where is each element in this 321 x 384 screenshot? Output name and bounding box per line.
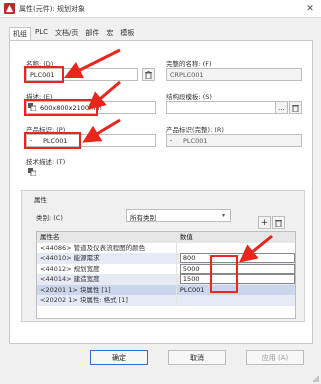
arrow-to-name: [63, 48, 121, 79]
arrow-to-product-id: [82, 118, 121, 143]
apply-button[interactable]: 应用 (A): [246, 350, 304, 365]
arrow-to-description: [87, 80, 121, 110]
annotation-arrows: [63, 48, 273, 263]
cancel-button[interactable]: 取消: [168, 350, 226, 365]
resize-grip-icon[interactable]: [312, 375, 319, 382]
arrow-to-values: [238, 234, 273, 263]
ok-button[interactable]: 确定: [90, 350, 148, 365]
